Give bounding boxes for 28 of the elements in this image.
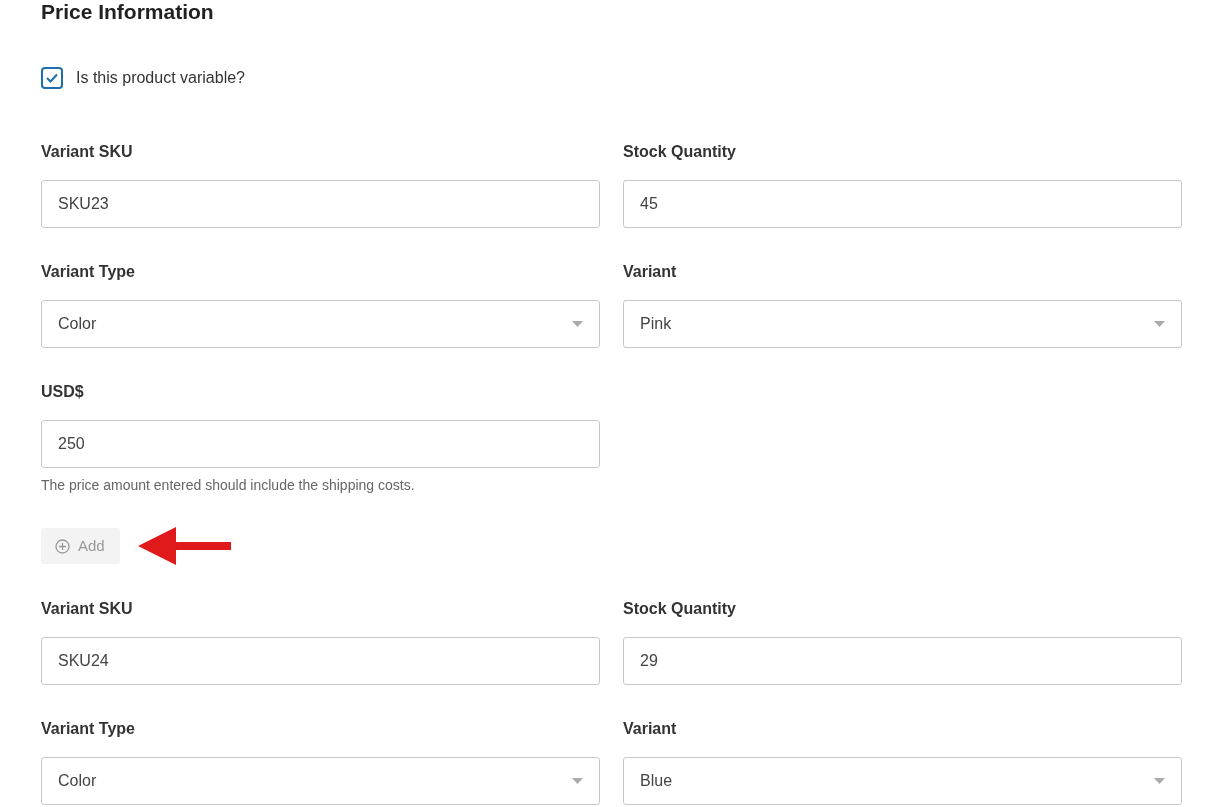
input-field[interactable]: SKU23 [41,180,600,228]
field-label: Variant Type [41,262,136,282]
input-field[interactable]: 250 [41,420,600,468]
dropdown[interactable]: Color [41,757,600,805]
field-label: Variant SKU [41,142,134,162]
input-field[interactable]: 29 [623,637,1182,685]
dropdown-caret-icon [572,778,583,784]
field-label: Variant [623,719,678,739]
field-label: USD$ [41,382,85,402]
dropdown-caret-icon [1154,321,1165,327]
dropdown[interactable]: Color [41,300,600,348]
dropdown[interactable]: Blue [623,757,1182,805]
plus-circle-icon [55,538,70,554]
dropdown-caret-icon [1154,778,1165,784]
checkbox-label: Is this product variable? [76,68,245,88]
section-title: Price Information [41,0,215,24]
field-label: Variant SKU [41,599,134,619]
input-field[interactable]: 45 [623,180,1182,228]
dropdown-caret-icon [572,321,583,327]
checkbox[interactable] [41,67,63,89]
dropdown[interactable]: Pink [623,300,1182,348]
field-label: Stock Quantity [623,599,737,619]
input-field[interactable]: SKU24 [41,637,600,685]
help-text: The price amount entered should include the shipping costs. [41,476,416,495]
checkmark-icon [45,72,59,84]
field-label: Variant Type [41,719,136,739]
field-label: Variant [623,262,678,282]
field-label: Stock Quantity [623,142,737,162]
